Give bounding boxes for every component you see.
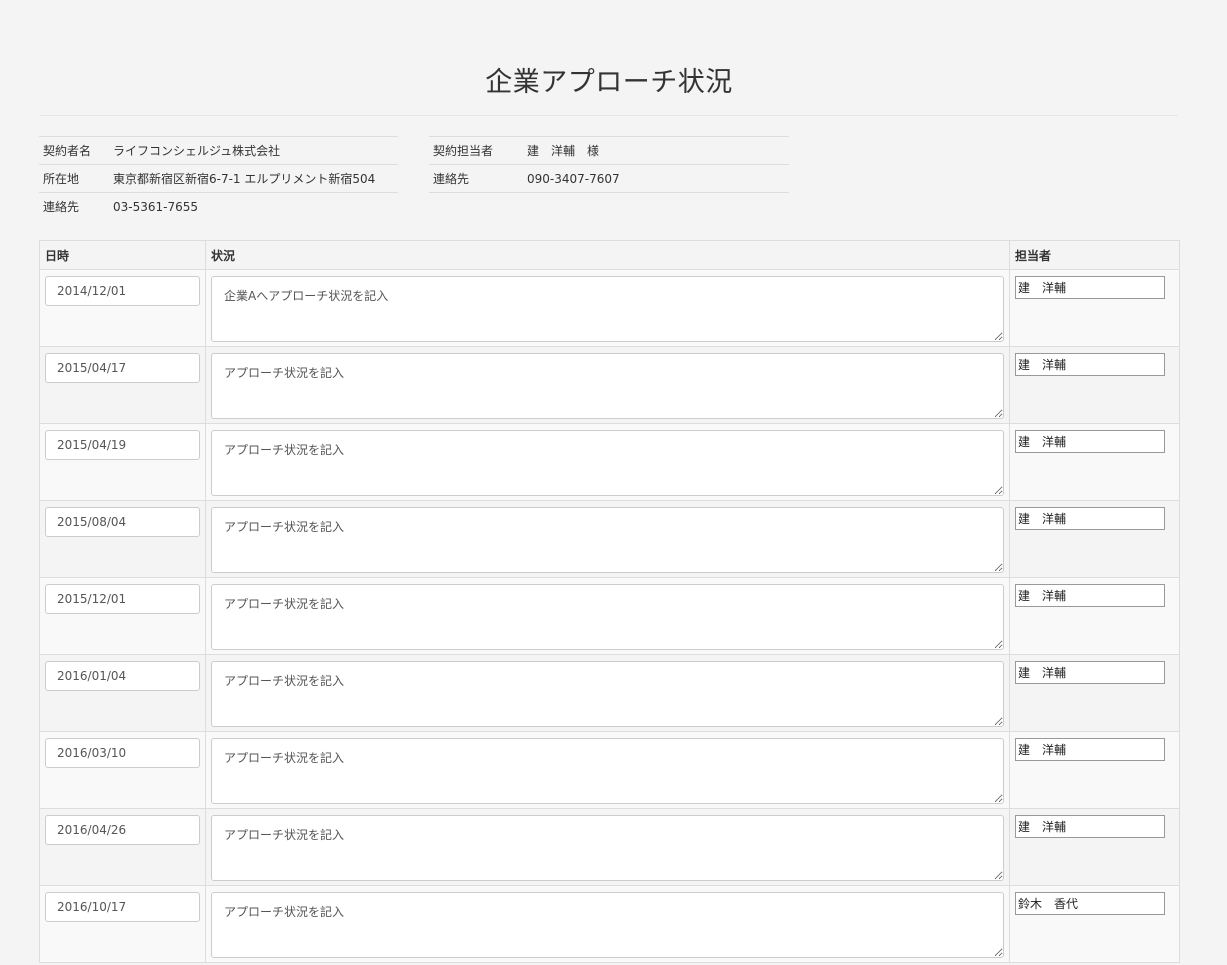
status-cell: アプローチ状況を記入	[205, 423, 1010, 501]
status-cell: アプローチ状況を記入	[205, 577, 1010, 655]
phone-label: 連絡先	[39, 192, 109, 221]
table-row: アプローチ状況を記入	[39, 885, 1180, 963]
page-title: 企業アプローチ状況	[485, 67, 733, 98]
person-input[interactable]	[1015, 430, 1165, 453]
person-input[interactable]	[1015, 353, 1165, 376]
status-textarea[interactable]: アプローチ状況を記入	[211, 430, 1004, 496]
person-cell	[1009, 731, 1180, 809]
contractor-name-row: 契約者名 ライフコンシェルジュ株式会社	[39, 136, 398, 165]
status-textarea[interactable]: 企業Aへアプローチ状況を記入	[211, 276, 1004, 342]
status-textarea[interactable]: アプローチ状況を記入	[211, 661, 1004, 727]
date-column-header: 日時	[39, 240, 206, 270]
date-input[interactable]	[45, 892, 200, 922]
address-row: 所在地 東京都新宿区新宿6-7-1 エルプリメント新宿504	[39, 164, 398, 193]
status-cell: アプローチ状況を記入	[205, 885, 1010, 963]
date-input[interactable]	[45, 815, 200, 845]
person-input[interactable]	[1015, 584, 1165, 607]
table-row: アプローチ状況を記入	[39, 808, 1180, 886]
date-cell	[39, 885, 206, 963]
contractor-name-label: 契約者名	[39, 136, 109, 165]
contact-person-row: 契約担当者 建 洋輔 様	[429, 136, 789, 165]
status-textarea[interactable]: アプローチ状況を記入	[211, 353, 1004, 419]
contact-phone-row: 連絡先 090-3407-7607	[429, 164, 789, 193]
table-row: アプローチ状況を記入	[39, 423, 1180, 501]
contact-person-info: 契約担当者 建 洋輔 様 連絡先 090-3407-7607	[429, 136, 789, 193]
status-textarea[interactable]: アプローチ状況を記入	[211, 815, 1004, 881]
table-header-row: 日時 状況 担当者	[39, 240, 1180, 270]
person-input[interactable]	[1015, 276, 1165, 299]
contact-person-label: 契約担当者	[429, 136, 523, 165]
person-column-header: 担当者	[1009, 240, 1180, 270]
status-cell: アプローチ状況を記入	[205, 500, 1010, 578]
date-input[interactable]	[45, 507, 200, 537]
person-cell	[1009, 577, 1180, 655]
status-cell: アプローチ状況を記入	[205, 654, 1010, 732]
table-row: 企業Aへアプローチ状況を記入	[39, 269, 1180, 347]
status-textarea[interactable]: アプローチ状況を記入	[211, 738, 1004, 804]
status-textarea[interactable]: アプローチ状況を記入	[211, 584, 1004, 650]
status-textarea[interactable]: アプローチ状況を記入	[211, 892, 1004, 958]
title-divider	[40, 115, 1178, 116]
date-cell	[39, 500, 206, 578]
person-input[interactable]	[1015, 738, 1165, 761]
person-cell	[1009, 885, 1180, 963]
table-row: アプローチ状況を記入	[39, 577, 1180, 655]
date-cell	[39, 654, 206, 732]
phone-value: 03-5361-7655	[109, 192, 398, 221]
table-row: アプローチ状況を記入	[39, 654, 1180, 732]
date-cell	[39, 269, 206, 347]
person-cell	[1009, 423, 1180, 501]
date-input[interactable]	[45, 584, 200, 614]
info-bottom-rule	[429, 192, 789, 193]
date-input[interactable]	[45, 276, 200, 306]
date-cell	[39, 346, 206, 424]
status-textarea[interactable]: アプローチ状況を記入	[211, 507, 1004, 573]
person-cell	[1009, 346, 1180, 424]
person-input[interactable]	[1015, 815, 1165, 838]
contact-phone-value: 090-3407-7607	[523, 164, 789, 193]
address-label: 所在地	[39, 164, 109, 193]
date-input[interactable]	[45, 430, 200, 460]
status-cell: アプローチ状況を記入	[205, 731, 1010, 809]
date-cell	[39, 731, 206, 809]
person-input[interactable]	[1015, 507, 1165, 530]
address-value: 東京都新宿区新宿6-7-1 エルプリメント新宿504	[109, 164, 398, 193]
date-cell	[39, 423, 206, 501]
date-cell	[39, 808, 206, 886]
approach-table: 日時 状況 担当者 企業Aへアプローチ状況を記入アプローチ状況を記入アプローチ状…	[39, 240, 1180, 963]
info-bottom-rule-cell	[429, 192, 789, 193]
date-input[interactable]	[45, 661, 200, 691]
person-cell	[1009, 654, 1180, 732]
contractor-info: 契約者名 ライフコンシェルジュ株式会社 所在地 東京都新宿区新宿6-7-1 エル…	[39, 136, 398, 221]
status-cell: 企業Aへアプローチ状況を記入	[205, 269, 1010, 347]
phone-row: 連絡先 03-5361-7655	[39, 192, 398, 221]
status-cell: アプローチ状況を記入	[205, 346, 1010, 424]
table-row: アプローチ状況を記入	[39, 346, 1180, 424]
person-cell	[1009, 500, 1180, 578]
table-row: アプローチ状況を記入	[39, 500, 1180, 578]
person-cell	[1009, 269, 1180, 347]
status-column-header: 状況	[205, 240, 1010, 270]
date-cell	[39, 577, 206, 655]
contractor-name-value: ライフコンシェルジュ株式会社	[109, 136, 398, 165]
table-row: アプローチ状況を記入	[39, 731, 1180, 809]
contact-person-value: 建 洋輔 様	[523, 136, 789, 165]
person-input[interactable]	[1015, 661, 1165, 684]
date-input[interactable]	[45, 353, 200, 383]
table-body: 企業Aへアプローチ状況を記入アプローチ状況を記入アプローチ状況を記入アプローチ状…	[39, 269, 1180, 963]
person-cell	[1009, 808, 1180, 886]
person-input[interactable]	[1015, 892, 1165, 915]
status-cell: アプローチ状況を記入	[205, 808, 1010, 886]
contact-phone-label: 連絡先	[429, 164, 523, 193]
date-input[interactable]	[45, 738, 200, 768]
